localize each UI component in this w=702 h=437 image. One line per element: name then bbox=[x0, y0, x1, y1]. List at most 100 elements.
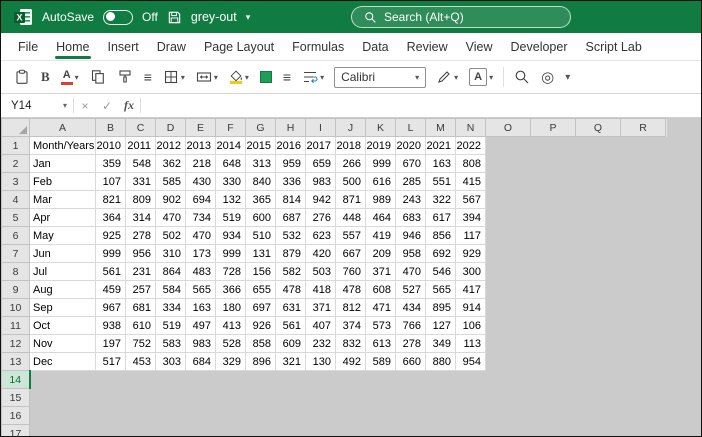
cell-I2[interactable]: 659 bbox=[306, 155, 336, 173]
cell-I5[interactable]: 276 bbox=[306, 209, 336, 227]
cell-I16[interactable] bbox=[306, 407, 336, 425]
cell-O6[interactable] bbox=[486, 227, 531, 245]
tab-home[interactable]: Home bbox=[47, 33, 98, 60]
cell-N4[interactable]: 567 bbox=[456, 191, 486, 209]
cell-R15[interactable] bbox=[621, 389, 666, 407]
cell-D9[interactable]: 584 bbox=[156, 281, 186, 299]
row-header-9[interactable]: 9 bbox=[2, 281, 30, 299]
cell-K16[interactable] bbox=[366, 407, 396, 425]
cell-C14[interactable] bbox=[126, 371, 156, 389]
cell-A1[interactable]: Month/Years bbox=[30, 137, 96, 155]
borders-button[interactable]: ▾ bbox=[162, 65, 186, 89]
cell-I1[interactable]: 2017 bbox=[306, 137, 336, 155]
cell-E11[interactable]: 497 bbox=[186, 317, 216, 335]
cell-M8[interactable]: 546 bbox=[426, 263, 456, 281]
column-header-L[interactable]: L bbox=[396, 119, 426, 137]
cell-Q10[interactable] bbox=[576, 299, 621, 317]
cell-C9[interactable]: 257 bbox=[126, 281, 156, 299]
cell-K13[interactable]: 589 bbox=[366, 353, 396, 371]
cell-M14[interactable] bbox=[426, 371, 456, 389]
cell-G12[interactable]: 858 bbox=[246, 335, 276, 353]
cell-G8[interactable]: 156 bbox=[246, 263, 276, 281]
cell-G6[interactable]: 510 bbox=[246, 227, 276, 245]
cell-I7[interactable]: 420 bbox=[306, 245, 336, 263]
cell-J17[interactable] bbox=[336, 425, 366, 437]
cell-J5[interactable]: 448 bbox=[336, 209, 366, 227]
cell-Q8[interactable] bbox=[576, 263, 621, 281]
cell-P17[interactable] bbox=[531, 425, 576, 437]
cell-R9[interactable] bbox=[621, 281, 666, 299]
cell-E15[interactable] bbox=[186, 389, 216, 407]
column-header-A[interactable]: A bbox=[30, 119, 96, 137]
column-header-C[interactable]: C bbox=[126, 119, 156, 137]
cell-A12[interactable]: Nov bbox=[30, 335, 96, 353]
cell-A17[interactable] bbox=[30, 425, 96, 437]
cell-D6[interactable]: 502 bbox=[156, 227, 186, 245]
cell-J9[interactable]: 478 bbox=[336, 281, 366, 299]
cell-K3[interactable]: 616 bbox=[366, 173, 396, 191]
cell-L14[interactable] bbox=[396, 371, 426, 389]
cell-B15[interactable] bbox=[96, 389, 126, 407]
cell-E10[interactable]: 163 bbox=[186, 299, 216, 317]
cell-F1[interactable]: 2014 bbox=[216, 137, 246, 155]
cell-styles-button[interactable] bbox=[259, 65, 273, 89]
cell-D14[interactable] bbox=[156, 371, 186, 389]
column-header-M[interactable]: M bbox=[426, 119, 456, 137]
cell-B16[interactable] bbox=[96, 407, 126, 425]
cell-Q16[interactable] bbox=[576, 407, 621, 425]
cell-N2[interactable]: 808 bbox=[456, 155, 486, 173]
cell-C13[interactable]: 453 bbox=[126, 353, 156, 371]
cell-H11[interactable]: 561 bbox=[276, 317, 306, 335]
cell-B2[interactable]: 359 bbox=[96, 155, 126, 173]
cell-C8[interactable]: 231 bbox=[126, 263, 156, 281]
cell-F9[interactable]: 366 bbox=[216, 281, 246, 299]
row-header-12[interactable]: 12 bbox=[2, 335, 30, 353]
cell-Q9[interactable] bbox=[576, 281, 621, 299]
cell-E16[interactable] bbox=[186, 407, 216, 425]
cell-D13[interactable]: 303 bbox=[156, 353, 186, 371]
cell-D4[interactable]: 902 bbox=[156, 191, 186, 209]
cell-J7[interactable]: 667 bbox=[336, 245, 366, 263]
cell-I15[interactable] bbox=[306, 389, 336, 407]
cell-B8[interactable]: 561 bbox=[96, 263, 126, 281]
cell-Q2[interactable] bbox=[576, 155, 621, 173]
font-color-button[interactable]: A ▾ bbox=[60, 65, 80, 89]
cell-G13[interactable]: 896 bbox=[246, 353, 276, 371]
cell-C11[interactable]: 610 bbox=[126, 317, 156, 335]
cell-Q12[interactable] bbox=[576, 335, 621, 353]
cell-H12[interactable]: 609 bbox=[276, 335, 306, 353]
cell-A6[interactable]: May bbox=[30, 227, 96, 245]
align-left-button[interactable]: ≡ bbox=[143, 65, 153, 89]
cell-J3[interactable]: 500 bbox=[336, 173, 366, 191]
tab-view[interactable]: View bbox=[457, 33, 502, 60]
cell-C12[interactable]: 752 bbox=[126, 335, 156, 353]
cell-Q17[interactable] bbox=[576, 425, 621, 437]
cell-M13[interactable]: 880 bbox=[426, 353, 456, 371]
cell-C5[interactable]: 314 bbox=[126, 209, 156, 227]
border-pen-button[interactable]: ▾ bbox=[435, 65, 459, 89]
cell-L5[interactable]: 683 bbox=[396, 209, 426, 227]
cell-A13[interactable]: Dec bbox=[30, 353, 96, 371]
cell-L8[interactable]: 470 bbox=[396, 263, 426, 281]
cell-K15[interactable] bbox=[366, 389, 396, 407]
cell-A14[interactable] bbox=[30, 371, 96, 389]
cell-E2[interactable]: 218 bbox=[186, 155, 216, 173]
cell-G11[interactable]: 926 bbox=[246, 317, 276, 335]
cell-P15[interactable] bbox=[531, 389, 576, 407]
tab-formulas[interactable]: Formulas bbox=[283, 33, 353, 60]
cell-O8[interactable] bbox=[486, 263, 531, 281]
row-header-3[interactable]: 3 bbox=[2, 173, 30, 191]
column-header-R[interactable]: R bbox=[621, 119, 666, 137]
cell-P1[interactable] bbox=[531, 137, 576, 155]
cell-I8[interactable]: 503 bbox=[306, 263, 336, 281]
cell-G3[interactable]: 840 bbox=[246, 173, 276, 191]
cell-M5[interactable]: 617 bbox=[426, 209, 456, 227]
cell-F16[interactable] bbox=[216, 407, 246, 425]
column-header-F[interactable]: F bbox=[216, 119, 246, 137]
autosave-toggle[interactable] bbox=[103, 10, 133, 25]
cell-K5[interactable]: 464 bbox=[366, 209, 396, 227]
cell-E7[interactable]: 173 bbox=[186, 245, 216, 263]
cell-E1[interactable]: 2013 bbox=[186, 137, 216, 155]
cell-K8[interactable]: 371 bbox=[366, 263, 396, 281]
cell-A2[interactable]: Jan bbox=[30, 155, 96, 173]
